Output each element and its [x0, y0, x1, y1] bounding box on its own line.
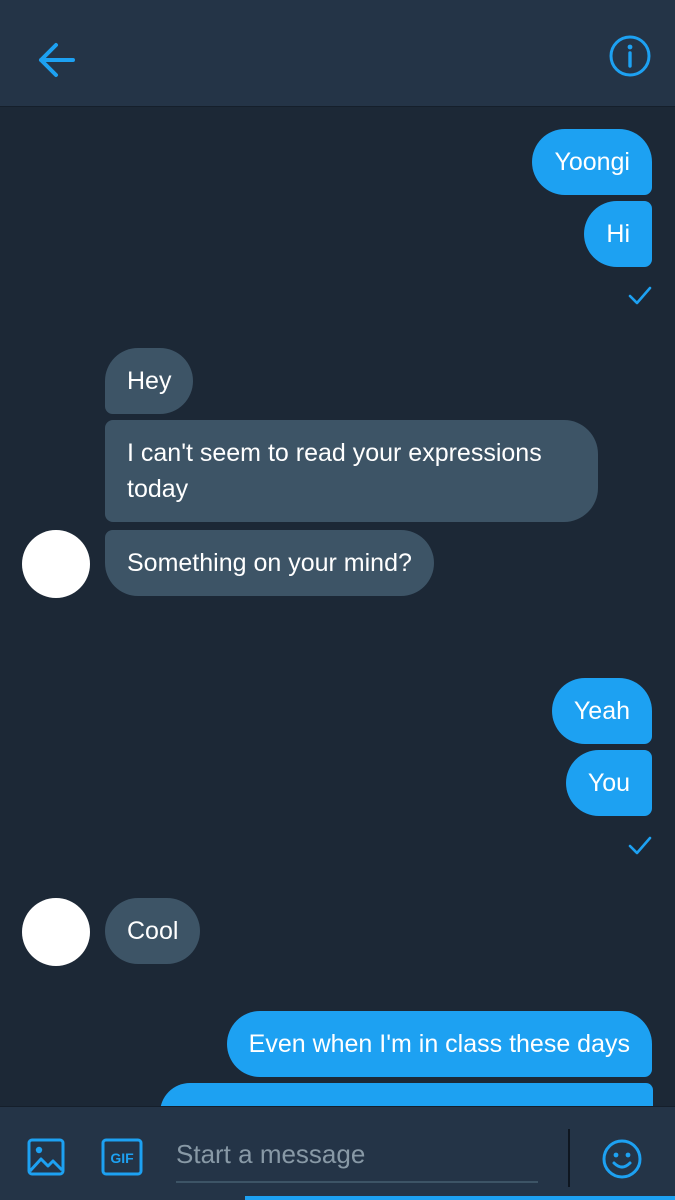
message-bubble-received[interactable]: Cool — [105, 898, 201, 964]
read-check-icon — [628, 836, 652, 855]
emoji-button[interactable] — [600, 1137, 644, 1181]
conversation-header — [0, 0, 675, 107]
smiley-icon — [602, 1139, 642, 1179]
gif-icon: GIF — [101, 1138, 143, 1176]
message-bubble-received[interactable]: I can't seem to read your expressions to… — [105, 420, 598, 522]
input-focus-indicator — [245, 1196, 675, 1200]
arrow-left-icon — [39, 43, 75, 77]
composer-divider — [568, 1129, 570, 1187]
message-bubble-sent[interactable]: Even when I'm in class these days — [226, 1011, 652, 1077]
contact-avatar[interactable] — [22, 530, 90, 598]
message-bubble-sent[interactable]: Yoongi — [532, 129, 652, 195]
add-photo-button[interactable] — [24, 1135, 68, 1179]
message-bubble-sent[interactable]: Yeah — [551, 678, 652, 744]
message-bubble-received[interactable]: Hey — [105, 348, 194, 414]
message-bubble-sent[interactable]: You — [565, 750, 652, 816]
message-input[interactable] — [176, 1127, 538, 1183]
back-button[interactable] — [30, 34, 82, 86]
add-gif-button[interactable]: GIF — [100, 1137, 144, 1177]
message-bubble-received[interactable]: Something on your mind? — [105, 530, 434, 596]
contact-avatar[interactable] — [22, 898, 90, 966]
message-list: Yoongi Hi Hey I can't seem to read your … — [0, 108, 675, 1106]
info-button[interactable] — [604, 30, 656, 82]
message-bubble-sent-partial[interactable] — [160, 1083, 653, 1106]
svg-text:GIF: GIF — [110, 1150, 134, 1166]
image-icon — [27, 1138, 65, 1176]
dm-conversation-screen: Yoongi Hi Hey I can't seem to read your … — [0, 0, 675, 1200]
message-composer: GIF — [0, 1106, 675, 1200]
message-bubble-sent[interactable]: Hi — [584, 201, 652, 267]
read-check-icon — [628, 286, 652, 305]
info-circle-icon — [609, 35, 651, 77]
